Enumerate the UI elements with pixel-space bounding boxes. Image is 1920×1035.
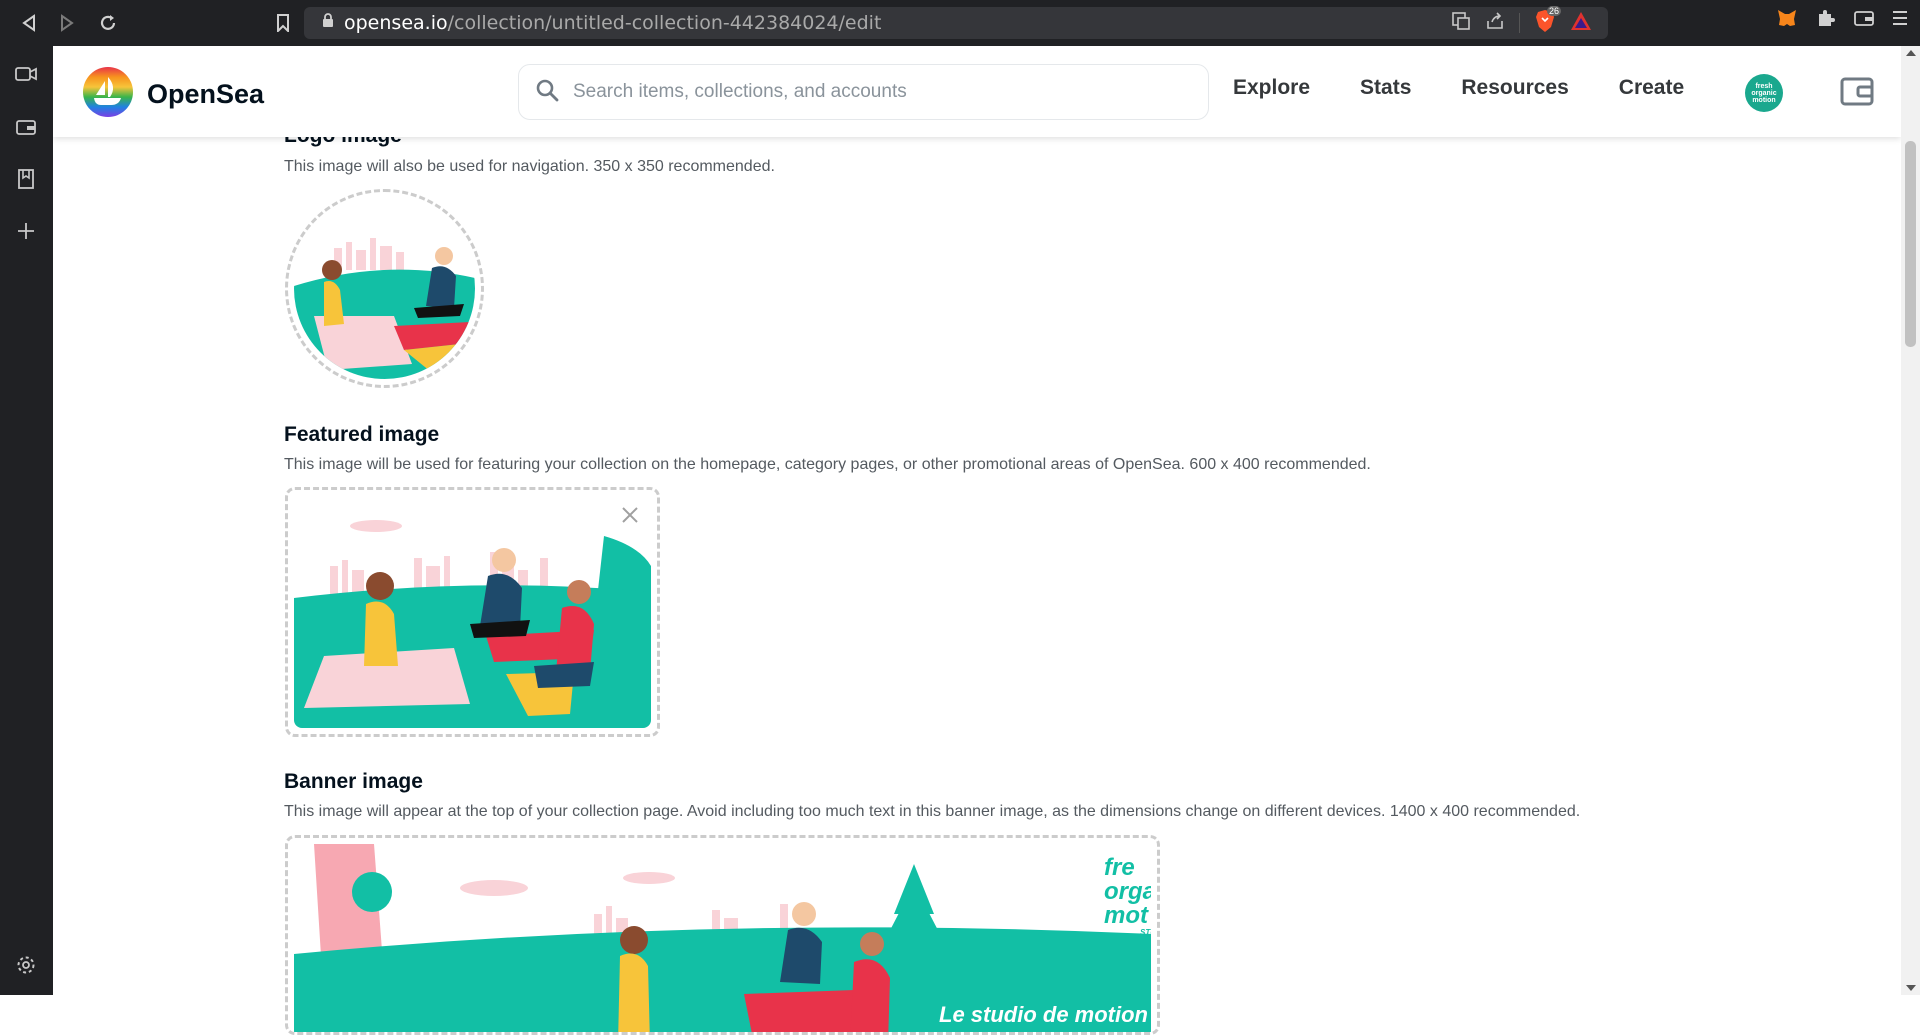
search-box[interactable] — [518, 64, 1209, 120]
brand-logo[interactable]: OpenSea — [83, 67, 264, 122]
brand-name: OpenSea — [147, 79, 265, 109]
page-scrollbar[interactable] — [1901, 46, 1920, 995]
logo-image-preview — [294, 198, 475, 379]
featured-image-dropzone[interactable] — [285, 487, 660, 737]
lock-icon — [322, 13, 334, 33]
url-text: opensea.io/collection/untitled-collectio… — [344, 12, 882, 34]
browser-sidebar — [0, 46, 53, 995]
avatar[interactable]: fresh organic motion — [1745, 74, 1783, 112]
forward-icon[interactable] — [52, 8, 82, 38]
nav-stats[interactable]: Stats — [1360, 76, 1411, 100]
brave-rewards-icon[interactable] — [1570, 11, 1592, 36]
metamask-icon[interactable] — [1776, 8, 1798, 33]
featured-image-title: Featured image — [284, 423, 440, 446]
featured-image-description: This image will be used for featuring yo… — [284, 456, 1371, 473]
nav-create[interactable]: Create — [1619, 76, 1684, 100]
banner-image-title: Banner image — [284, 770, 423, 793]
remove-featured-image-icon[interactable] — [621, 506, 639, 529]
banner-image-preview: Le studio de motion de fre orga mot STU — [294, 844, 1151, 1032]
video-icon[interactable] — [14, 62, 38, 86]
back-icon[interactable] — [14, 8, 44, 38]
logo-image-dropzone[interactable] — [285, 189, 484, 388]
address-bar[interactable]: opensea.io/collection/untitled-collectio… — [304, 5, 1608, 39]
brave-shield-icon[interactable]: 26 — [1534, 5, 1562, 38]
wallet-icon[interactable] — [1854, 9, 1874, 32]
scroll-up-arrow-icon[interactable] — [1906, 50, 1916, 56]
menu-icon[interactable] — [1892, 9, 1908, 32]
nav-resources[interactable]: Resources — [1461, 76, 1568, 100]
add-icon[interactable] — [14, 219, 38, 243]
banner-image-description: This image will appear at the top of you… — [284, 803, 1581, 820]
reading-list-icon[interactable] — [14, 167, 38, 191]
shield-badge: 26 — [1547, 5, 1562, 16]
nav-explore[interactable]: Explore — [1233, 76, 1310, 100]
translate-icon[interactable] — [1451, 11, 1471, 36]
logo-image-description: This image will also be used for navigat… — [284, 158, 775, 175]
opensea-logo-icon — [83, 67, 133, 122]
search-icon — [535, 78, 559, 107]
scrollbar-thumb[interactable] — [1905, 141, 1916, 347]
header-wallet-icon[interactable] — [1840, 76, 1874, 111]
reload-icon[interactable] — [93, 8, 123, 38]
scroll-down-arrow-icon[interactable] — [1906, 985, 1916, 991]
banner-overlay-text: Le studio de motion de — [939, 1002, 1151, 1027]
extensions-icon[interactable] — [1816, 8, 1836, 33]
sidebar-wallet-icon[interactable] — [14, 115, 38, 139]
banner-brand-logo: fre orga mot STU — [1104, 854, 1151, 938]
bookmark-icon[interactable] — [268, 8, 298, 38]
site-header: OpenSea Explore Stats Resources Create f… — [53, 46, 1901, 137]
banner-image-dropzone[interactable]: Le studio de motion de fre orga mot STU — [285, 835, 1160, 1035]
share-icon[interactable] — [1485, 11, 1505, 36]
settings-gear-icon[interactable] — [14, 953, 38, 977]
search-input[interactable] — [573, 81, 1173, 103]
browser-toolbar: opensea.io/collection/untitled-collectio… — [0, 0, 1920, 46]
featured-image-preview — [294, 496, 651, 728]
main-menu: Explore Stats Resources Create — [1233, 76, 1734, 100]
